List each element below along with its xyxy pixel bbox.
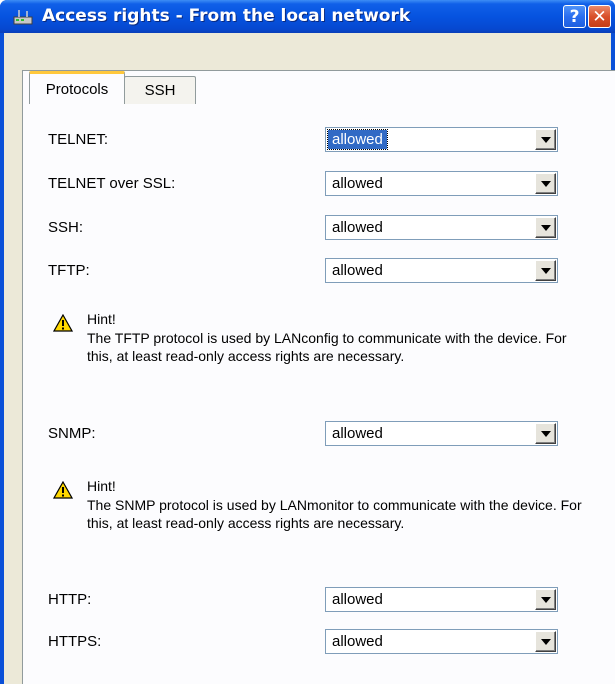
telnet-select[interactable]: allowed (325, 127, 558, 152)
window-title: Access rights - From the local network (42, 6, 411, 26)
chevron-down-icon[interactable] (535, 631, 556, 652)
chevron-down-icon[interactable] (535, 260, 556, 281)
network-device-icon (13, 10, 33, 25)
tab-panel-protocols: TELNET: allowed TELNET over SSL: allowed… (22, 70, 615, 684)
snmp-select-value: allowed (332, 425, 383, 442)
telnet-select-value: allowed (327, 129, 388, 150)
tftp-select[interactable]: allowed (325, 258, 558, 283)
telnet-ssl-select[interactable]: allowed (325, 171, 558, 196)
ssh-select[interactable]: allowed (325, 215, 558, 240)
snmp-label: SNMP: (48, 425, 96, 442)
chevron-down-icon[interactable] (535, 173, 556, 194)
chevron-down-icon[interactable] (535, 129, 556, 150)
warning-icon (53, 481, 73, 499)
tftp-label: TFTP: (48, 262, 90, 279)
chevron-down-icon[interactable] (535, 423, 556, 444)
ssh-select-value: allowed (332, 219, 383, 236)
tftp-hint-title: Hint! (87, 311, 116, 327)
chevron-down-icon[interactable] (535, 589, 556, 610)
telnet-label: TELNET: (48, 131, 109, 148)
telnet-ssl-select-value: allowed (332, 175, 383, 192)
ssh-label: SSH: (48, 219, 84, 236)
https-select-value: allowed (332, 633, 383, 650)
telnet-ssl-label: TELNET over SSL: (48, 175, 176, 192)
http-select-value: allowed (332, 591, 383, 608)
https-select[interactable]: allowed (325, 629, 558, 654)
http-select[interactable]: allowed (325, 587, 558, 612)
snmp-hint-title: Hint! (87, 478, 116, 494)
title-bar[interactable]: Access rights - From the local network ?… (0, 0, 615, 33)
chevron-down-icon[interactable] (535, 217, 556, 238)
help-button[interactable]: ? (563, 5, 586, 28)
dialog-window: Access rights - From the local network ?… (0, 0, 615, 684)
snmp-select[interactable]: allowed (325, 421, 558, 446)
tab-protocols[interactable]: Protocols (29, 71, 125, 104)
tab-ssh[interactable]: SSH (124, 76, 196, 104)
snmp-hint-body: The SNMP protocol is used by LANmonitor … (87, 497, 582, 531)
warning-icon (53, 314, 73, 332)
close-button[interactable]: ✕ (588, 5, 611, 28)
tftp-select-value: allowed (332, 262, 383, 279)
https-label: HTTPS: (48, 633, 102, 650)
http-label: HTTP: (48, 591, 92, 608)
tftp-hint-body: The TFTP protocol is used by LANconfig t… (87, 330, 567, 364)
